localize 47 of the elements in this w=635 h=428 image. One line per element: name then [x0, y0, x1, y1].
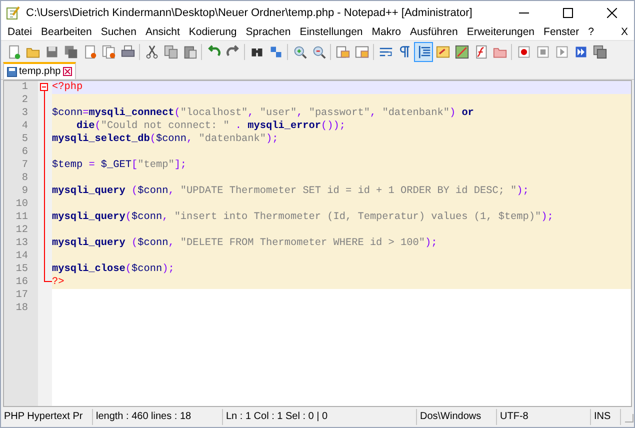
menu-item[interactable]: Fenster — [539, 26, 584, 38]
close-tab-icon[interactable] — [62, 67, 72, 76]
status-field: Dos\Windows — [417, 409, 497, 425]
close-document-button[interactable]: X — [616, 26, 634, 38]
menu-item[interactable]: Einstellungen — [295, 26, 368, 38]
menu-item[interactable]: Ansicht — [140, 26, 184, 38]
line-number: 14 — [14, 250, 29, 263]
line-number: 3 — [20, 107, 29, 120]
line-number: 2 — [20, 94, 29, 107]
save-icon — [7, 66, 17, 76]
menu-item[interactable]: Erweiterungen — [462, 26, 540, 38]
resize-grip-icon[interactable] — [622, 411, 634, 423]
menu-item[interactable]: Sprachen — [241, 26, 296, 38]
status-field: length : 460 lines : 18 — [93, 409, 223, 425]
status-field: INS — [591, 409, 621, 425]
window-title: C:\Users\Dietrich Kindermann\Desktop\Neuer Ordner\temp.php - Notepad++ [Administrator] — [26, 6, 474, 18]
menu-item[interactable]: ? — [584, 26, 598, 38]
line-number: 18 — [14, 302, 29, 315]
menu-item[interactable]: Datei — [3, 26, 37, 38]
line-number: 8 — [20, 172, 29, 185]
line-number: 16 — [14, 276, 29, 289]
menu-item[interactable]: Kodierung — [184, 26, 242, 38]
line-number: 15 — [14, 263, 29, 276]
line-number: 5 — [20, 133, 29, 146]
fold-minus-icon[interactable] — [40, 83, 48, 91]
line-number: 4 — [20, 120, 29, 133]
line-number: 7 — [20, 159, 29, 172]
status-field: PHP Hypertext Pr — [1, 409, 93, 425]
status-field: Ln : 1 Col : 1 Sel : 0 | 0 — [223, 409, 417, 425]
line-number: 13 — [14, 237, 29, 250]
line-number: 10 — [14, 198, 29, 211]
close-icon[interactable] — [607, 8, 617, 18]
line-number: 12 — [14, 224, 29, 237]
notepad-icon — [6, 6, 20, 20]
line-number: 11 — [14, 211, 29, 224]
menu-item[interactable]: Ausführen — [405, 26, 462, 38]
line-number: 1 — [20, 81, 29, 94]
menu-item[interactable]: Suchen — [96, 26, 141, 38]
indent-guide-icon[interactable] — [414, 42, 433, 62]
line-number: 6 — [20, 146, 29, 159]
line-number: 17 — [14, 289, 29, 302]
menu-item[interactable]: Bearbeiten — [36, 26, 96, 38]
file-tab[interactable]: temp.php — [3, 62, 76, 79]
maximize-icon[interactable] — [563, 8, 573, 18]
line-number: 9 — [20, 185, 29, 198]
status-field: UTF-8 — [497, 409, 591, 425]
menu-item[interactable]: Makro — [367, 26, 406, 38]
